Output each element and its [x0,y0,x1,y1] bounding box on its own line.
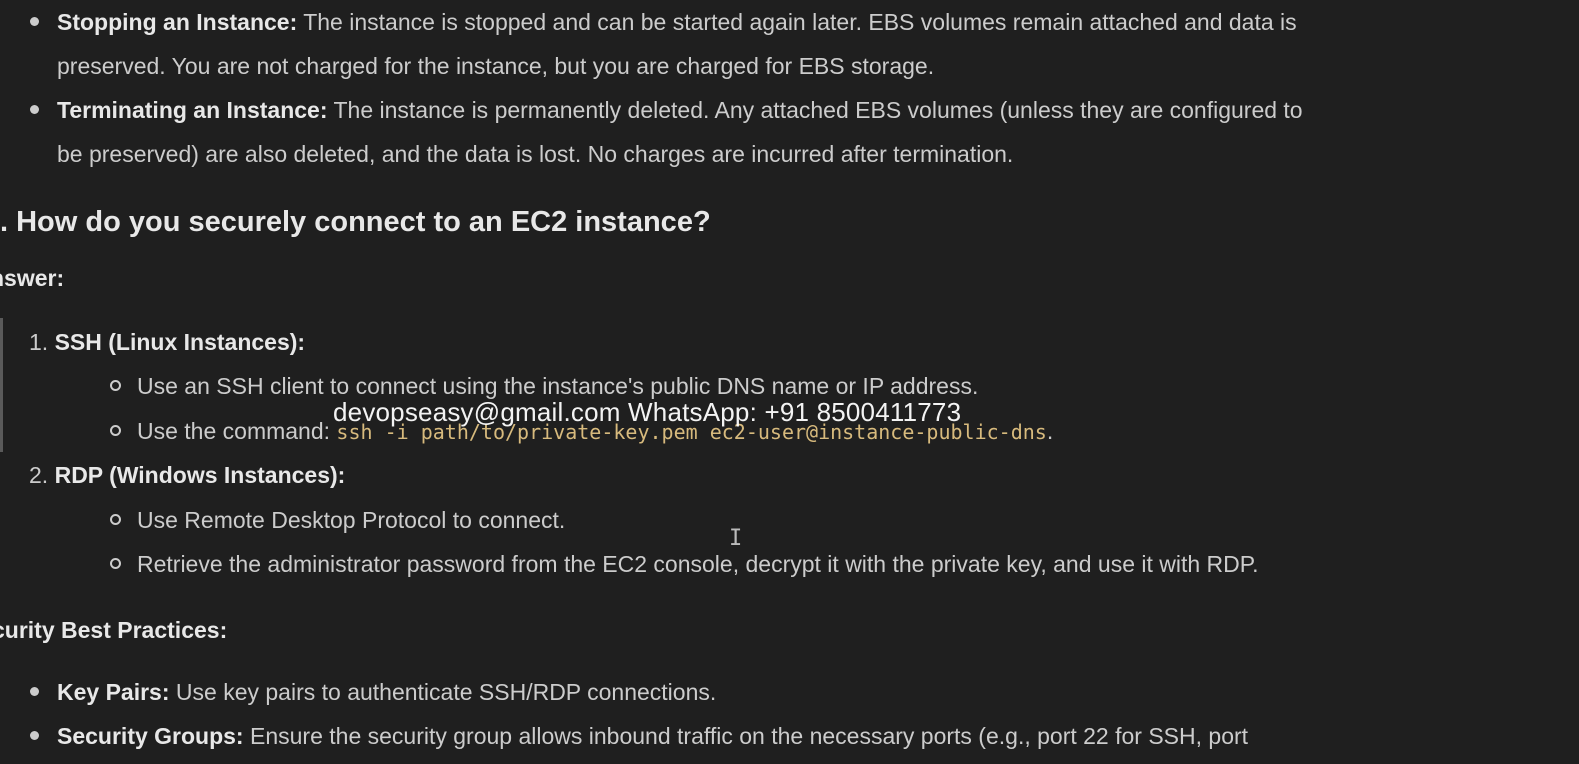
circle-bullet-icon [110,558,121,569]
method-title: RDP (Windows Instances): [54,462,346,488]
method-number: 1. [29,329,49,355]
rdp-step-1: Use Remote Desktop Protocol to connect. [137,507,566,533]
bullet-icon [30,687,39,696]
rdp-step-2: Retrieve the administrator password from… [137,551,1259,577]
circle-bullet-icon [110,514,121,525]
method-ssh: 1. SSH (Linux Instances): [29,320,305,364]
stopping-text-line1: The instance is stopped and can be start… [297,9,1297,35]
stopping-text-line2: preserved. You are not charged for the i… [57,53,935,79]
blockquote-bar [0,318,3,452]
question-heading: . How do you securely connect to an EC2 … [0,206,711,238]
document-view: Stopping an Instance: The instance is st… [0,0,1579,764]
circle-bullet-icon [110,380,121,391]
bullet-icon [30,17,39,26]
list-item-security-groups: Security Groups: Ensure the security gro… [0,714,1579,758]
term-security-groups: Security Groups: [57,723,244,749]
list-item-key-pairs: Key Pairs: Use key pairs to authenticate… [0,670,1579,714]
answer-label: nswer: [0,265,65,291]
term-key-pairs: Key Pairs: [57,679,170,705]
key-pairs-text: Use key pairs to authenticate SSH/RDP co… [169,679,717,705]
contact-watermark: devopseasy@gmail.com WhatsApp: +91 85004… [333,397,962,427]
bullet-icon [30,731,39,740]
security-groups-text: Ensure the security group allows inbound… [243,723,1249,749]
term-terminating: Terminating an Instance: [57,97,328,123]
circle-bullet-icon [110,425,121,436]
method-title: SSH (Linux Instances): [54,329,306,355]
terminating-text-line2: be preserved) are also deleted, and the … [57,141,1014,167]
ssh-step-2-text: Use the command: [137,418,337,444]
list-item-stopping: Stopping an Instance: The instance is st… [0,0,1317,88]
term-stopping: Stopping an Instance: [57,9,298,35]
method-number: 2. [29,462,49,488]
ssh-step-2-suffix: . [1046,418,1054,444]
list-item-terminating: Terminating an Instance: The instance is… [0,88,1323,176]
security-best-practices-label: curity Best Practices: [0,617,228,643]
method-rdp: 2. RDP (Windows Instances): [29,453,345,497]
bullet-icon [30,105,39,114]
terminating-text-line1: The instance is permanently deleted. Any… [327,97,1303,123]
text-cursor-icon: I [729,526,743,551]
